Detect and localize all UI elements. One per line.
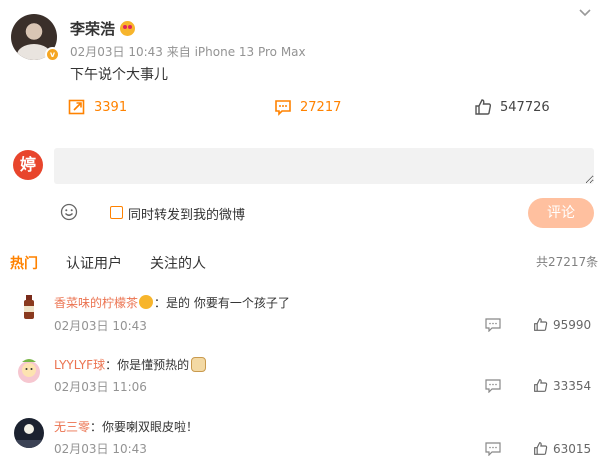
comment-icon xyxy=(275,100,291,116)
tab-hot[interactable]: 热门 xyxy=(10,253,38,273)
comment-like-button[interactable]: 63015 xyxy=(533,441,591,456)
repost-count: 3391 xyxy=(94,99,128,115)
author-name[interactable]: 李荣浩 xyxy=(70,20,115,38)
comment-total: 共27217条 xyxy=(536,255,599,269)
commenter-name[interactable]: 无三零 xyxy=(54,420,90,434)
comment-line: 无三零：你要喇双眼皮啦！ xyxy=(54,418,198,435)
comment-line: LYYLYF球：你是懂预热的 xyxy=(54,356,207,373)
tab-verified-users[interactable]: 认证用户 xyxy=(66,253,122,273)
commenter-avatar[interactable] xyxy=(14,356,44,386)
repost-checkbox[interactable] xyxy=(110,206,123,219)
reply-icon[interactable] xyxy=(485,442,501,456)
tea-bottle-icon xyxy=(24,295,34,319)
thumbs-up-icon xyxy=(534,379,548,392)
comment-like-button[interactable]: 33354 xyxy=(533,378,591,393)
comment-time: 02月03日 10:43 xyxy=(54,319,147,333)
verified-badge-icon: v xyxy=(45,47,60,62)
comment-like-count: 63015 xyxy=(553,441,592,456)
commenter-name[interactable]: 香菜味的柠檬茶 xyxy=(54,296,138,310)
reply-icon[interactable] xyxy=(485,379,501,393)
repost-icon xyxy=(68,99,85,115)
commenter-avatar[interactable] xyxy=(14,418,44,448)
commenter-name[interactable]: LYYLYF球 xyxy=(54,358,105,372)
post-author[interactable]: 李荣浩 xyxy=(70,18,136,39)
post-meta: 02月03日 10:43 来自 iPhone 13 Pro Max xyxy=(70,45,306,59)
comment-like-button[interactable]: 95990 xyxy=(533,317,591,332)
heart-eyes-emoji-icon xyxy=(139,295,154,309)
like-button[interactable]: 547726 xyxy=(474,98,550,116)
heart-eyes-icon xyxy=(120,21,136,36)
comment-text: ：是的 你要有一个孩子了 xyxy=(154,296,290,310)
doge-emoji-icon xyxy=(191,357,207,372)
post-text: 下午说个大事儿 xyxy=(70,67,168,83)
tab-following[interactable]: 关注的人 xyxy=(150,253,206,273)
comment-like-count: 95990 xyxy=(553,317,592,332)
comment-text: ：你是懂预热的 xyxy=(105,358,190,372)
comment-time: 02月03日 10:43 xyxy=(54,442,147,456)
thumbs-up-icon xyxy=(475,99,492,115)
night-scene-icon xyxy=(14,424,44,448)
thumbs-up-icon xyxy=(534,318,548,331)
comment-count: 27217 xyxy=(300,99,342,115)
emoji-smile-icon[interactable] xyxy=(60,203,78,221)
comment-line: 香菜味的柠檬茶 ：是的 你要有一个孩子了 xyxy=(54,294,290,311)
comment-input[interactable] xyxy=(54,148,594,184)
repost-button[interactable]: 3391 xyxy=(68,98,127,116)
like-count: 547726 xyxy=(500,99,550,115)
commenter-avatar[interactable] xyxy=(14,292,44,322)
reply-icon[interactable] xyxy=(485,318,501,332)
my-avatar[interactable]: 婷 xyxy=(13,150,43,180)
comment-time: 02月03日 11:06 xyxy=(54,380,147,394)
repost-checkbox-label[interactable]: 同时转发到我的微博 xyxy=(128,204,245,223)
cartoon-avatar-icon xyxy=(18,359,40,383)
submit-comment-button[interactable]: 评论 xyxy=(528,198,594,228)
chevron-down-icon[interactable] xyxy=(578,6,592,20)
comment-button[interactable]: 27217 xyxy=(274,98,341,116)
comment-text: ：你要喇双眼皮啦！ xyxy=(90,420,199,434)
thumbs-up-icon xyxy=(534,442,548,455)
comment-like-count: 33354 xyxy=(553,378,592,393)
